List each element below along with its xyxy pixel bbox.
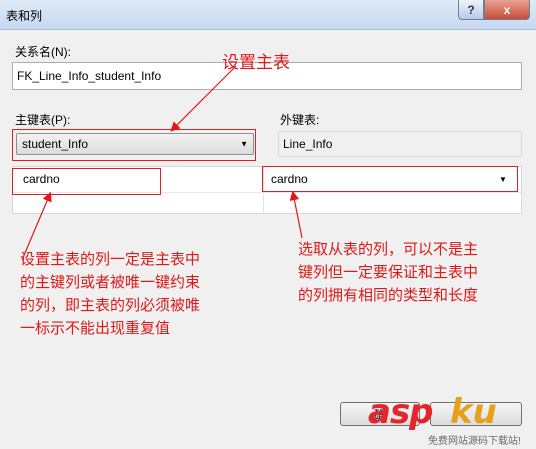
watermark-brand: asp (368, 392, 434, 432)
watermark-logo: asp ku 免费网站源码下载站! (368, 392, 536, 449)
set-primary-annotation: 设置主表 (222, 53, 290, 72)
arrow-to-foreign-column (289, 190, 303, 239)
watermark-brand-suffix: ku (450, 392, 497, 432)
foreign-column-annotation: 选取从表的列，可以不是主 键列但一定要保证和主表中 的列拥有相同的类型和长度 (298, 241, 479, 304)
arrow-to-primary-table (170, 65, 237, 132)
primary-column-annotation: 设置主表的列一定是主表中 的主键列或者被唯一键约束 的列，即主表的列必须被唯 一… (20, 251, 201, 337)
watermark-subtitle: 免费网站源码下载站! (428, 436, 521, 447)
